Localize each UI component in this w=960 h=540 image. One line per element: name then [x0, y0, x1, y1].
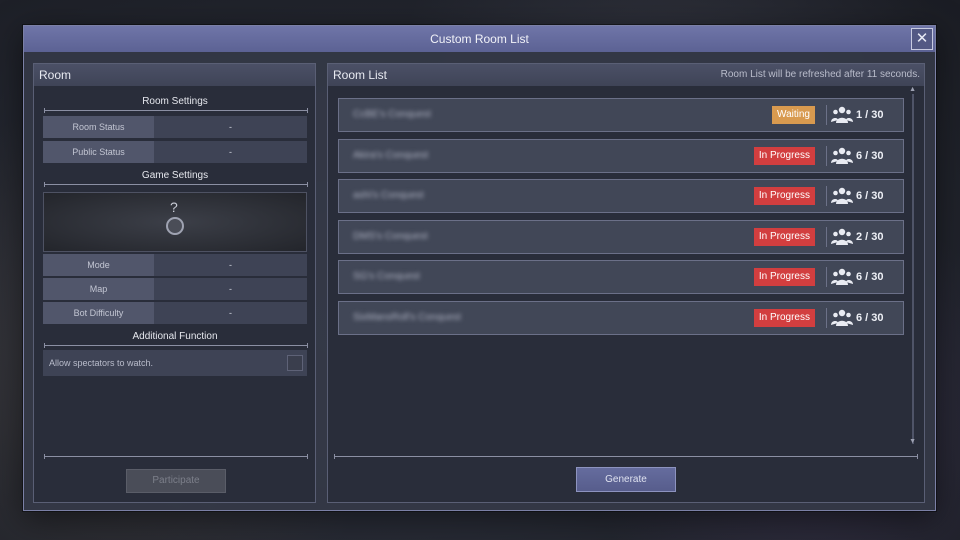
bot-difficulty-label: Bot Difficulty — [43, 302, 154, 324]
window-title: Custom Room List — [430, 32, 529, 46]
close-icon: ✕ — [915, 30, 929, 47]
status-badge: In Progress — [753, 146, 815, 165]
refresh-note: Room List will be refreshed after 11 sec… — [720, 69, 920, 80]
scrollbar[interactable] — [912, 94, 914, 444]
generate-button[interactable]: Generate — [576, 467, 676, 492]
room-status-label: Room Status — [43, 116, 154, 138]
mode-row: Mode - — [43, 254, 307, 276]
room-list-item[interactable]: SixMansRoll's Conquest In Progress 6 / 30 — [338, 300, 904, 335]
player-count-value: 6 / 30 — [856, 149, 884, 162]
divider — [826, 267, 827, 287]
mode-value: - — [229, 260, 232, 270]
participate-button[interactable]: Participate — [126, 469, 226, 493]
map-unknown-icon: ? — [170, 199, 178, 215]
player-count-value: 6 / 30 — [856, 311, 884, 324]
player-count-value: 6 / 30 — [856, 190, 884, 202]
status-badge: Waiting — [772, 106, 815, 124]
status-badge: In Progress — [753, 308, 815, 327]
spectator-row: Allow spectators to watch. — [43, 350, 307, 376]
player-count: 6 / 30 — [831, 302, 895, 334]
player-count: 1 / 30 — [831, 99, 895, 131]
mode-label: Mode — [43, 254, 154, 276]
players-icon — [831, 228, 853, 246]
players-icon — [831, 106, 853, 124]
bot-difficulty-row: Bot Difficulty - — [43, 302, 307, 324]
map-label: Map — [43, 278, 154, 300]
room-panel-header: Room — [34, 64, 315, 86]
map-row: Map - — [43, 278, 307, 300]
divider — [826, 226, 827, 247]
room-name: ashi's Conquest — [353, 190, 424, 201]
emblem-icon — [166, 217, 184, 235]
status-badge: In Progress — [753, 227, 815, 246]
spectator-label: Allow spectators to watch. — [49, 358, 154, 368]
room-name: Akira's Conquest — [353, 149, 429, 161]
section-divider — [44, 454, 308, 459]
section-divider — [334, 454, 918, 459]
room-list-item[interactable]: CcBE's Conquest Waiting 1 / 30 — [338, 98, 904, 132]
room-status-row: Room Status - — [43, 116, 307, 138]
bot-difficulty-value: - — [229, 308, 232, 318]
room-list-item[interactable]: Akira's Conquest In Progress 6 / 30 — [338, 138, 904, 173]
players-icon — [831, 187, 853, 205]
section-divider — [44, 108, 308, 113]
player-count-value: 6 / 30 — [856, 271, 884, 283]
player-count: 6 / 30 — [831, 180, 895, 212]
divider — [826, 307, 827, 328]
room-list-title: Room List — [333, 68, 388, 82]
room-settings-title: Room Settings — [142, 96, 208, 107]
room-name: CcBE's Conquest — [353, 109, 432, 120]
status-badge: In Progress — [753, 268, 815, 286]
public-status-label: Public Status — [43, 141, 154, 163]
room-list-panel: Room List Room List will be refreshed af… — [327, 63, 925, 503]
room-list-item[interactable]: DMS's Conquest In Progress 2 / 30 — [338, 219, 904, 254]
divider — [826, 186, 827, 206]
scroll-down-icon[interactable]: ▼ — [909, 438, 916, 445]
room-status-value: - — [229, 122, 232, 132]
divider — [826, 105, 827, 125]
public-status-row: Public Status - — [43, 141, 307, 163]
player-count: 2 / 30 — [831, 221, 895, 253]
section-divider — [44, 343, 308, 348]
room-name: SixMansRoll's Conquest — [353, 311, 462, 323]
divider — [826, 145, 827, 166]
close-button[interactable]: ✕ — [911, 28, 933, 50]
public-status-value: - — [229, 147, 232, 157]
room-list-item[interactable]: ashi's Conquest In Progress 6 / 30 — [338, 179, 904, 213]
status-badge: In Progress — [753, 187, 815, 205]
players-icon — [831, 268, 853, 286]
player-count-value: 2 / 30 — [856, 230, 884, 243]
room-name: SG's Conquest — [353, 271, 420, 282]
player-count: 6 / 30 — [831, 140, 895, 172]
game-settings-title: Game Settings — [141, 170, 209, 181]
room-panel: Room Room Settings Room Status - Public … — [33, 63, 316, 503]
room-panel-title: Room — [39, 68, 72, 82]
map-preview: ? — [43, 192, 307, 252]
additional-function-title: Additional Function — [132, 331, 218, 342]
section-divider — [44, 182, 308, 187]
window-title-bar: Custom Room List — [24, 26, 935, 52]
players-icon — [831, 147, 853, 165]
custom-room-list-window: Custom Room List ✕ Room Room Settings Ro… — [23, 25, 936, 511]
player-count: 6 / 30 — [831, 261, 895, 293]
player-count-value: 1 / 30 — [856, 109, 884, 121]
spectator-checkbox[interactable] — [287, 355, 303, 371]
room-list-item[interactable]: SG's Conquest In Progress 6 / 30 — [338, 260, 904, 294]
players-icon — [831, 309, 853, 327]
scroll-up-icon[interactable]: ▲ — [909, 86, 916, 93]
room-name: DMS's Conquest — [353, 230, 428, 242]
map-value: - — [229, 284, 232, 294]
room-list-header: Room List Room List will be refreshed af… — [328, 64, 924, 86]
